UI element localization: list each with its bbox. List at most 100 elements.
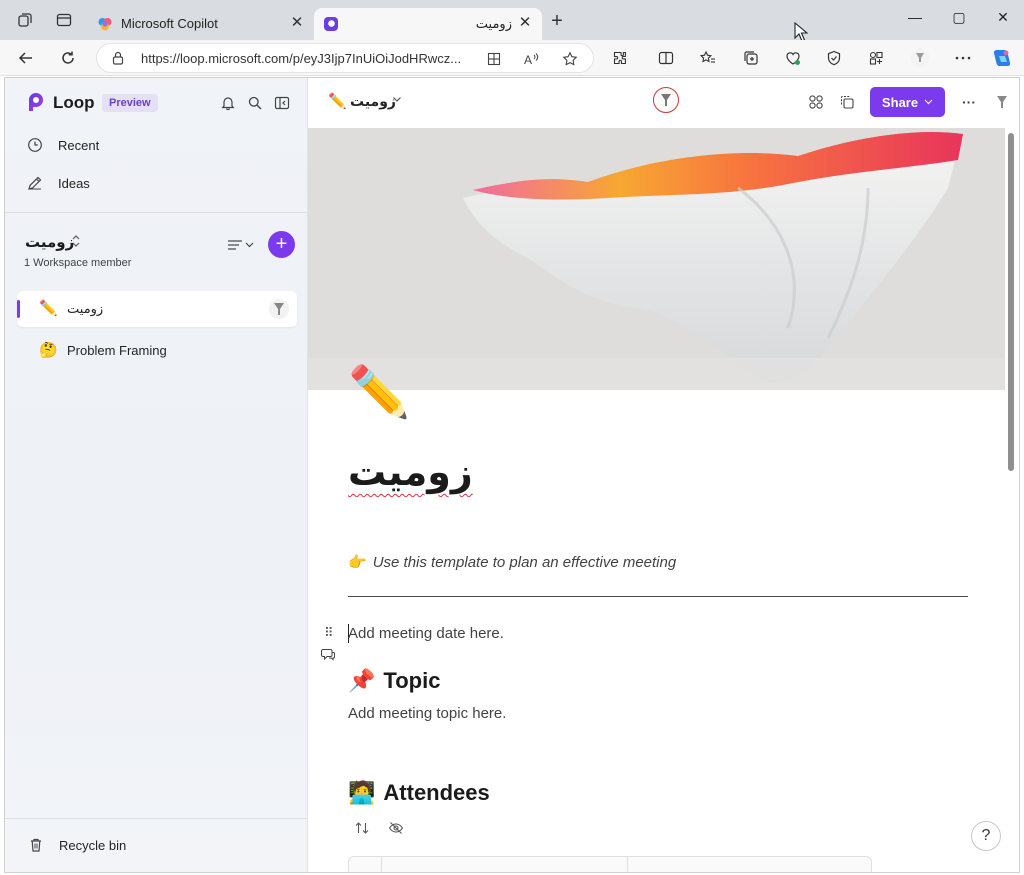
hint-text: Use this template to plan an effective m… [372,554,677,571]
maximize-button[interactable]: ▢ [944,6,974,28]
share-button[interactable]: Share [870,87,945,117]
template-hint: 👉 Use this template to plan an effective … [348,553,676,571]
back-icon[interactable] [14,46,38,70]
health-icon[interactable] [781,46,805,70]
sidebar-item-recent[interactable]: Recent [25,133,99,157]
sidebar-item-ideas[interactable]: Ideas [25,171,90,195]
refresh-icon[interactable] [56,46,80,70]
tab-title: Microsoft Copilot [121,16,218,31]
address-bar[interactable]: https://loop.microsoft.com/p/eyJ3Ijp7InU… [96,43,594,73]
profile-avatar-icon[interactable] [908,46,932,70]
workspaces-icon[interactable] [14,9,36,31]
sort-list-icon[interactable] [227,236,257,254]
topic-placeholder[interactable]: Add meeting topic here. [348,705,506,722]
pushpin-icon: 📌 [348,668,376,693]
tab-close-button[interactable]: ✕ [516,14,534,32]
favorites-icon[interactable] [696,46,720,70]
split-screen-icon[interactable] [654,46,678,70]
collaborator-avatar[interactable] [991,91,1013,113]
browser-tab-bar: Microsoft Copilot ✕ زوميت ✕ + — ▢ ✕ [0,0,1024,42]
lock-icon[interactable] [111,51,125,70]
page-title: زوميت [67,301,104,316]
page-emoji-icon: 🤔 [39,342,58,359]
brand-name: Loop [53,93,95,112]
minimize-button[interactable]: — [900,6,930,28]
table-column [627,857,628,872]
sidebar: Loop Preview Recent Ideas زوميت 1 Worksp… [5,78,308,872]
loop-app: Loop Preview Recent Ideas زوميت 1 Worksp… [4,77,1020,873]
loop-favicon-icon [323,16,339,32]
header-page-title[interactable]: زوميت [350,93,396,110]
share-label: Share [881,94,919,110]
copilot-icon[interactable] [990,46,1014,70]
page-title: Problem Framing [67,343,167,358]
pointing-hand-icon: 👉 [348,554,367,571]
page-header: ✏️ زوميت Share ··· [308,78,1019,128]
vertical-tabs-icon[interactable] [53,9,75,31]
tab-close-button[interactable]: ✕ [288,14,306,32]
topic-heading[interactable]: 📌 Topic [348,668,440,694]
more-options-icon[interactable]: ··· [958,91,980,113]
collapse-sidebar-icon[interactable] [271,92,293,114]
read-aloud-icon[interactable]: A [521,48,543,70]
close-window-button[interactable]: ✕ [988,6,1018,28]
heading-text: Topic [383,668,441,693]
ideas-pen-icon [25,173,45,193]
tab-title: زوميت [475,16,512,31]
date-placeholder[interactable]: Add meeting date here. [348,625,504,642]
add-page-button[interactable]: + [268,231,295,258]
svg-text:A: A [524,53,532,66]
tab-microsoft-copilot[interactable]: Microsoft Copilot ✕ [88,8,314,40]
chevron-down-icon[interactable] [392,95,402,106]
collaborator-avatar [269,299,289,319]
extensions-icon[interactable] [608,46,632,70]
app-available-icon[interactable] [483,48,505,70]
sidebar-divider [5,818,307,819]
page-scrollbar[interactable] [1008,133,1014,471]
page-emoji-icon[interactable]: ✏️ [348,364,410,420]
comment-icon[interactable] [321,647,335,666]
sidebar-divider [5,212,307,213]
recycle-bin-button[interactable]: Recycle bin [25,834,126,856]
attendees-heading[interactable]: 🧑‍💻 Attendees [348,780,490,806]
sort-icon[interactable] [352,819,372,837]
components-icon[interactable] [805,91,827,113]
copy-component-icon[interactable] [836,91,858,113]
notifications-bell-icon[interactable] [217,92,239,114]
help-button[interactable]: ? [971,821,1001,851]
loop-logo-icon [25,91,47,113]
clock-icon [25,135,45,155]
browser-essentials-icon[interactable] [822,46,846,70]
more-menu-icon[interactable] [951,46,975,70]
page-title[interactable]: زوميت [348,450,473,495]
technologist-icon: 🧑‍💻 [348,780,376,805]
browser-toolbar: https://loop.microsoft.com/p/eyJ3Ijp7InU… [0,40,1024,76]
hide-eye-icon[interactable] [386,819,406,837]
collaborator-avatar[interactable] [653,87,679,113]
heading-text: Attendees [383,780,490,805]
new-tab-button[interactable]: + [546,11,568,33]
chevron-down-icon [924,97,933,107]
sidebar-item-label: Ideas [58,175,90,191]
sidebar-page-item[interactable]: 🤔 Problem Framing [17,333,297,369]
workspace-member-count: 1 Workspace member [24,257,132,269]
tab-loop-page[interactable]: زوميت ✕ [314,8,542,40]
workspace-name[interactable]: زوميت [25,233,74,251]
drag-handle-icon[interactable]: ⠿ [324,625,334,641]
attendees-table[interactable] [348,856,872,872]
sidebar-page-item[interactable]: ✏️ زوميت [17,291,297,327]
copilot-favicon-icon [97,16,113,32]
sidebar-item-label: Recent [58,137,100,153]
collections-icon[interactable] [739,46,763,70]
table-column [381,857,382,872]
search-icon[interactable] [244,92,266,114]
url-text[interactable]: https://loop.microsoft.com/p/eyJ3Ijp7InU… [141,51,471,66]
preview-badge: Preview [102,94,158,112]
apps-icon[interactable] [864,46,888,70]
page-emoji-icon: ✏️ [328,93,347,110]
recycle-bin-label: Recycle bin [59,837,127,853]
page-canvas: ✏️ زوميت Share ··· ✏️ زوميت 👉 Use this t… [308,78,1019,872]
trash-icon [25,834,47,856]
workspace-switcher-chevron-icon[interactable] [71,234,81,251]
favorite-star-icon[interactable] [559,48,581,70]
